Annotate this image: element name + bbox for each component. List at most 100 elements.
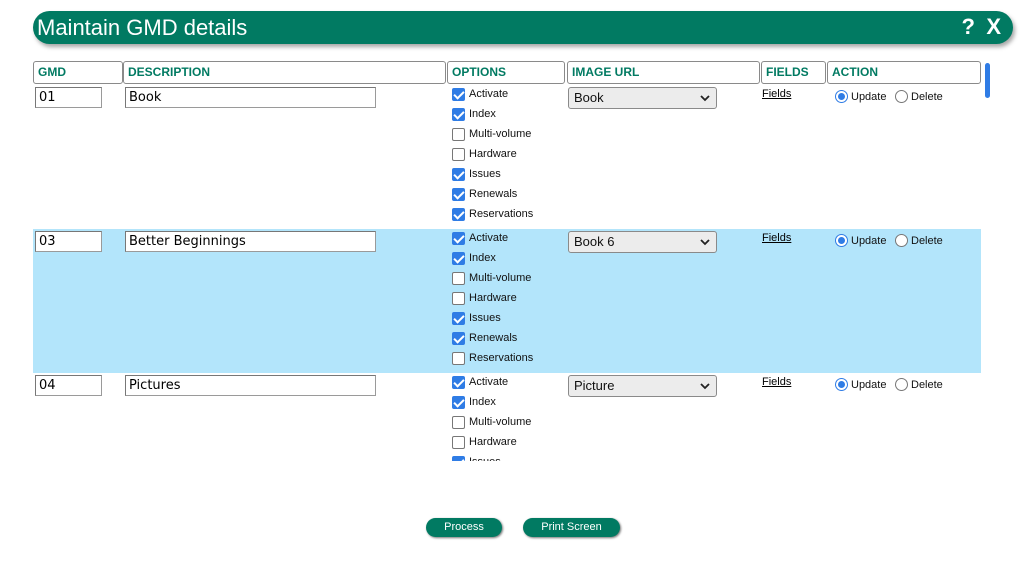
option-label: Hardware xyxy=(469,436,517,448)
delete-radio-label: Delete xyxy=(911,379,943,391)
update-radio-label: Update xyxy=(851,235,887,247)
option-item: Renewals xyxy=(452,188,567,208)
update-radio-label: Update xyxy=(851,379,887,391)
vertical-scrollbar[interactable] xyxy=(983,63,991,461)
option-checkbox[interactable] xyxy=(452,312,465,325)
option-item: Hardware xyxy=(452,292,567,312)
option-checkbox[interactable] xyxy=(452,232,465,245)
option-label: Index xyxy=(469,396,496,408)
option-label: Hardware xyxy=(469,292,517,304)
delete-radio-label: Delete xyxy=(911,235,943,247)
options-group: Activate Index Multi-volume Hardware Issues R… xyxy=(452,232,567,372)
table-row: Activate Index Multi-volume Hardware Issues R… xyxy=(33,229,981,373)
print-screen-button[interactable]: Print Screen xyxy=(523,518,620,537)
gmd-code-input[interactable] xyxy=(35,231,102,252)
option-label: Index xyxy=(469,108,496,120)
option-checkbox[interactable] xyxy=(452,208,465,221)
fields-link[interactable]: Fields xyxy=(762,376,791,388)
option-checkbox[interactable] xyxy=(452,252,465,265)
description-input[interactable] xyxy=(125,231,376,252)
option-checkbox[interactable] xyxy=(452,272,465,285)
option-item: Activate xyxy=(452,376,567,396)
option-label: Multi-volume xyxy=(469,128,532,140)
chevron-down-icon xyxy=(700,376,710,402)
option-item: Index xyxy=(452,396,567,416)
description-input[interactable] xyxy=(125,375,376,396)
option-checkbox[interactable] xyxy=(452,352,465,365)
options-group: Activate Index Multi-volume Hardware Issues R… xyxy=(452,88,567,228)
delete-radio[interactable] xyxy=(895,90,908,103)
option-item: Reservations xyxy=(452,208,567,228)
image-url-select[interactable]: Picture xyxy=(568,375,717,397)
close-button[interactable]: X xyxy=(986,14,1001,40)
fields-link[interactable]: Fields xyxy=(762,232,791,244)
column-header-action: ACTION xyxy=(827,61,981,84)
option-label: Renewals xyxy=(469,188,518,200)
option-checkbox[interactable] xyxy=(452,332,465,345)
option-checkbox[interactable] xyxy=(452,396,465,409)
option-label: Activate xyxy=(469,232,509,244)
options-group: Activate Index Multi-volume Hardware Issues xyxy=(452,376,567,461)
delete-radio[interactable] xyxy=(895,378,908,391)
option-item: Reservations xyxy=(452,352,567,372)
gmd-code-input[interactable] xyxy=(35,87,102,108)
option-checkbox[interactable] xyxy=(452,168,465,181)
process-button[interactable]: Process xyxy=(426,518,502,537)
gmd-code-input[interactable] xyxy=(35,375,102,396)
chevron-down-icon xyxy=(700,88,710,114)
option-label: Multi-volume xyxy=(469,272,532,284)
image-url-select[interactable]: Book 6 xyxy=(568,231,717,253)
column-header-options: OPTIONS xyxy=(447,61,565,84)
delete-radio[interactable] xyxy=(895,234,908,247)
option-checkbox[interactable] xyxy=(452,376,465,389)
option-item: Activate xyxy=(452,88,567,108)
option-checkbox[interactable] xyxy=(452,416,465,429)
option-label: Activate xyxy=(469,88,509,100)
option-label: Index xyxy=(469,252,496,264)
option-label: Reservations xyxy=(469,352,534,364)
delete-radio-label: Delete xyxy=(911,91,943,103)
option-label: Issues xyxy=(469,312,501,324)
option-item: Issues xyxy=(452,312,567,332)
option-label: Multi-volume xyxy=(469,416,532,428)
update-radio[interactable] xyxy=(835,90,848,103)
option-item: Index xyxy=(452,252,567,272)
column-header-description: DESCRIPTION xyxy=(123,61,446,84)
option-label: Issues xyxy=(469,456,501,461)
scrollbar-thumb[interactable] xyxy=(985,63,990,98)
option-label: Activate xyxy=(469,376,509,388)
option-label: Hardware xyxy=(469,148,517,160)
option-label: Reservations xyxy=(469,208,534,220)
column-header-fields: FIELDS xyxy=(761,61,826,84)
option-item: Renewals xyxy=(452,332,567,352)
image-url-value: Book xyxy=(574,90,604,105)
option-checkbox[interactable] xyxy=(452,456,465,461)
update-radio-label: Update xyxy=(851,91,887,103)
gmd-table-body: Activate Index Multi-volume Hardware Issues R… xyxy=(33,85,981,461)
option-checkbox[interactable] xyxy=(452,436,465,449)
chevron-down-icon xyxy=(700,232,710,258)
option-item: Issues xyxy=(452,168,567,188)
option-checkbox[interactable] xyxy=(452,292,465,305)
option-checkbox[interactable] xyxy=(452,148,465,161)
option-item: Multi-volume xyxy=(452,128,567,148)
column-header-gmd: GMD xyxy=(33,61,123,84)
option-item: Hardware xyxy=(452,436,567,456)
option-checkbox[interactable] xyxy=(452,128,465,141)
update-radio[interactable] xyxy=(835,234,848,247)
fields-link[interactable]: Fields xyxy=(762,88,791,100)
column-header-image-url: IMAGE URL xyxy=(567,61,760,84)
option-item: Hardware xyxy=(452,148,567,168)
option-item: Multi-volume xyxy=(452,416,567,436)
page-title: Maintain GMD details xyxy=(37,15,248,40)
option-checkbox[interactable] xyxy=(452,88,465,101)
option-checkbox[interactable] xyxy=(452,188,465,201)
option-item: Activate xyxy=(452,232,567,252)
image-url-value: Picture xyxy=(574,378,615,393)
description-input[interactable] xyxy=(125,87,376,108)
option-item: Multi-volume xyxy=(452,272,567,292)
help-button[interactable]: ? xyxy=(962,14,975,40)
option-checkbox[interactable] xyxy=(452,108,465,121)
image-url-select[interactable]: Book xyxy=(568,87,717,109)
update-radio[interactable] xyxy=(835,378,848,391)
